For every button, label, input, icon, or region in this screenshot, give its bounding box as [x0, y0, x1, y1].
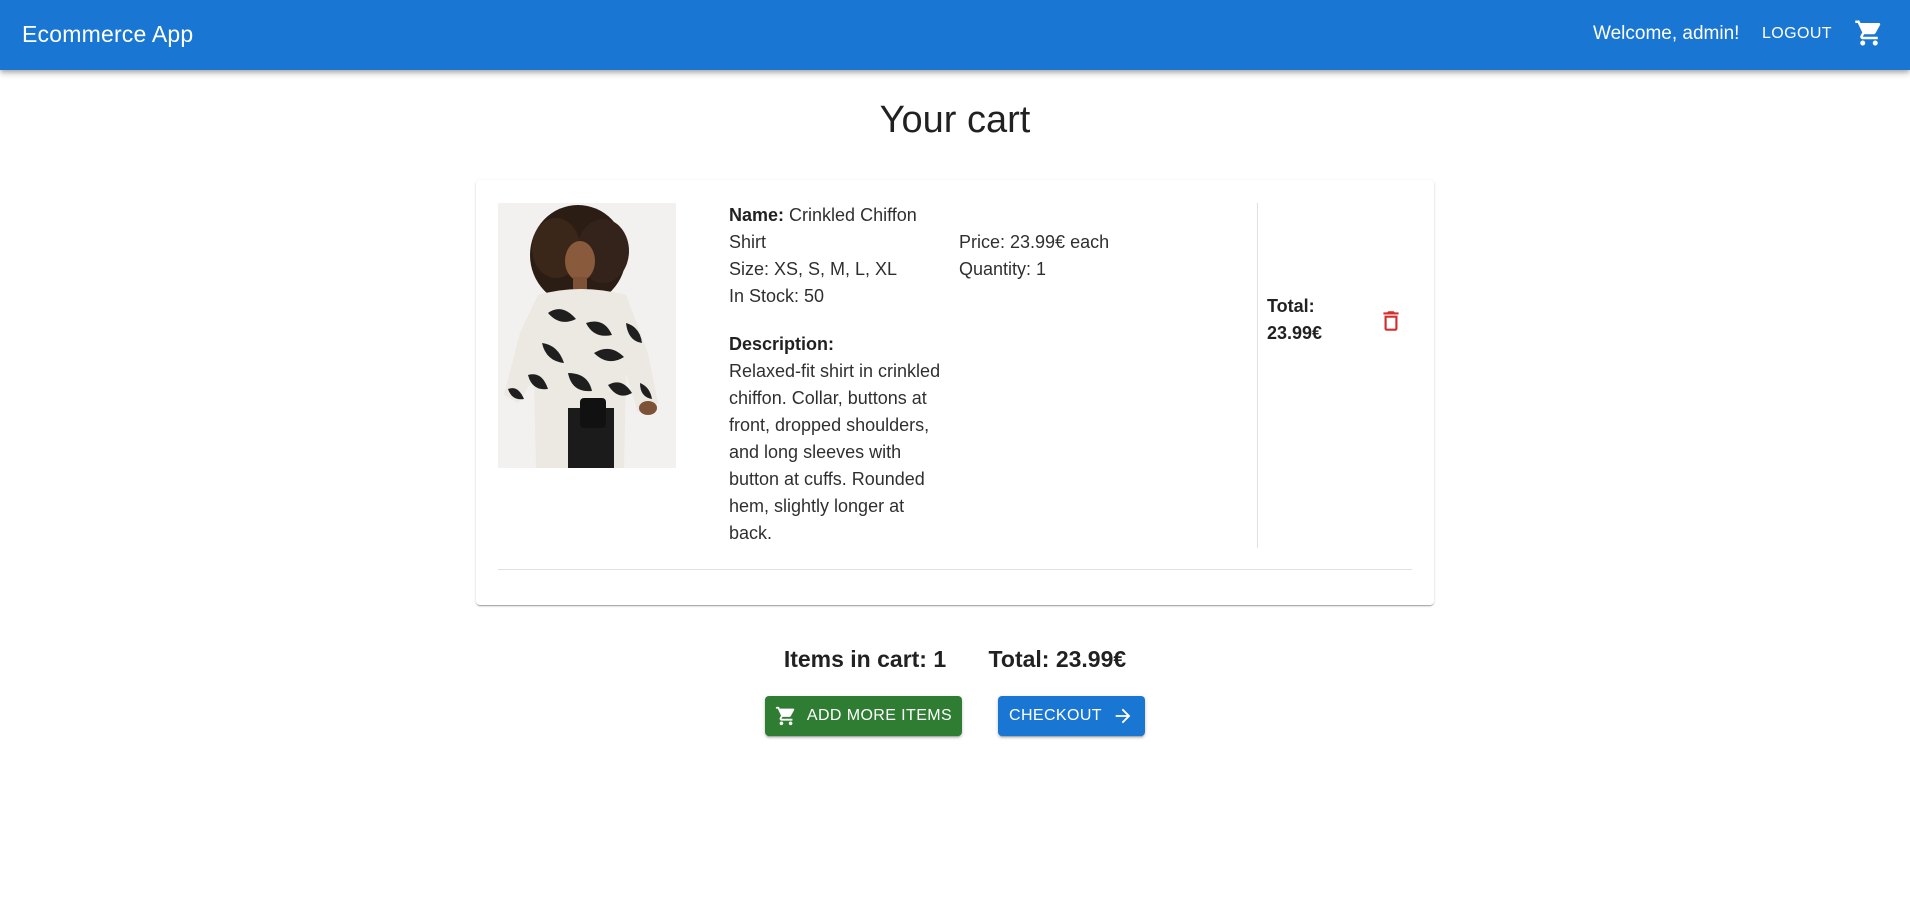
app-bar: Ecommerce App Welcome, admin! LOGOUT [0, 0, 1910, 70]
product-name-row: Name: Crinkled Chiffon Shirt [729, 202, 951, 256]
items-in-cart: Items in cart: 1 [783, 646, 947, 672]
cart-button[interactable] [1852, 16, 1886, 50]
product-quantity: Quantity: 1 [959, 259, 1047, 279]
product-description-label: Description: [729, 334, 835, 354]
add-more-items-label: ADD MORE ITEMS [806, 707, 953, 724]
product-description: Relaxed-fit shirt in crinkled chiffon. C… [729, 361, 941, 543]
app-title[interactable]: Ecommerce App [22, 20, 193, 48]
product-details: Name: Crinkled Chiffon Shirt Size: XS, S… [729, 202, 951, 547]
horizontal-divider [498, 569, 1412, 570]
page-title: Your cart [879, 99, 1031, 141]
shopping-cart-icon [775, 705, 797, 727]
product-stock: In Stock: 50 [729, 286, 825, 306]
product-name-label: Name: [729, 205, 785, 225]
arrow-right-icon [1112, 705, 1134, 727]
product-photo-illustration [498, 203, 676, 468]
product-price: Price: 23.99€ each [959, 232, 1110, 252]
item-total: Total: 23.99€ [1267, 296, 1323, 343]
welcome-message: Welcome, admin! [1593, 23, 1740, 44]
cart-card: Name: Crinkled Chiffon Shirt Size: XS, S… [476, 180, 1434, 605]
checkout-label: CHECKOUT [1009, 707, 1102, 724]
shopping-cart-icon [1855, 20, 1881, 46]
delete-item-button[interactable] [1374, 304, 1408, 338]
add-more-items-button[interactable]: ADD MORE ITEMS [765, 696, 962, 736]
vertical-divider [1257, 203, 1258, 548]
cart-total: Total: 23.99€ [988, 646, 1127, 672]
product-image [498, 203, 676, 468]
checkout-button[interactable]: CHECKOUT [998, 696, 1145, 736]
price-block: Price: 23.99€ each Quantity: 1 [959, 229, 1159, 283]
logout-button[interactable]: LOGOUT [1750, 16, 1844, 52]
product-size: Size: XS, S, M, L, XL [729, 259, 898, 279]
cart-summary: Items in cart: 1 Total: 23.99€ [0, 645, 1910, 673]
trash-icon [1383, 311, 1399, 331]
